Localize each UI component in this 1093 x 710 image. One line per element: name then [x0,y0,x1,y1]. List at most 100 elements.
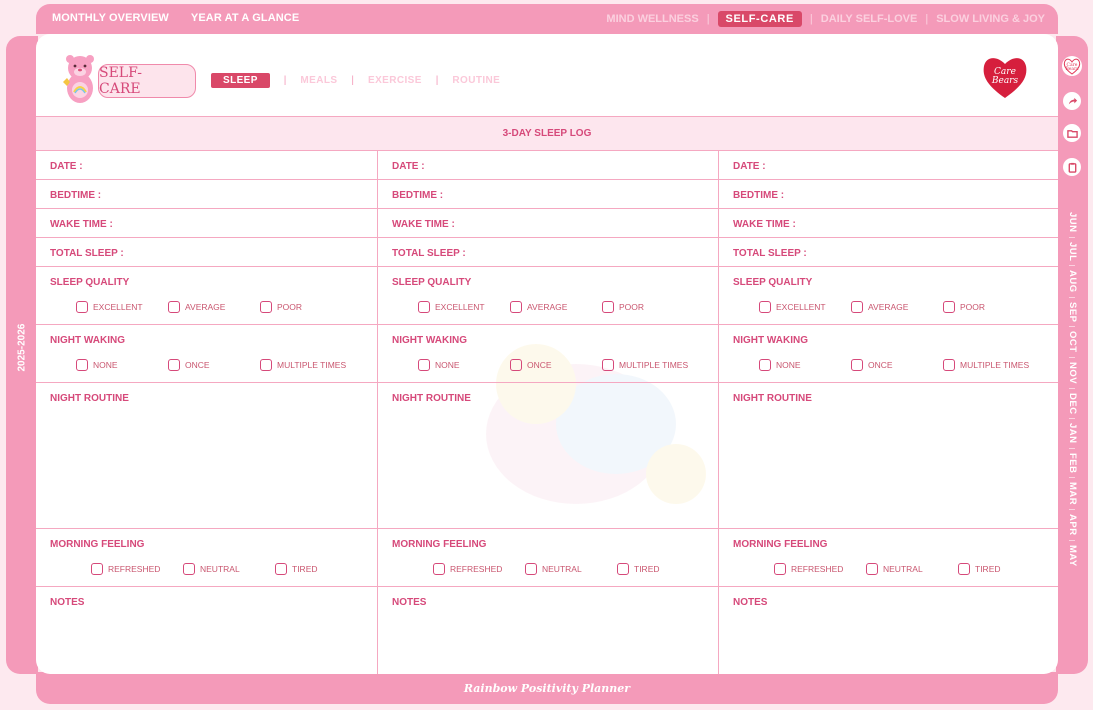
checkbox[interactable] [76,359,88,371]
field-night-routine[interactable]: NIGHT ROUTINE [378,383,718,529]
field-total-sleep[interactable]: TOTAL SLEEP : [36,238,377,267]
checkbox[interactable] [602,359,614,371]
checkbox-option[interactable]: EXCELLENT [759,301,851,313]
field-morning-feeling[interactable]: MORNING FEELING REFRESHED NEUTRAL TIRED [378,529,718,587]
field-notes[interactable]: NOTES [378,587,718,674]
checkbox[interactable] [851,359,863,371]
field-night-waking[interactable]: NIGHT WAKING NONE ONCE MULTIPLE TIMES [36,325,377,383]
checkbox[interactable] [275,563,287,575]
checkbox[interactable] [510,301,522,313]
field-sleep-quality[interactable]: SLEEP QUALITY EXCELLENT AVERAGE POOR [36,267,377,325]
clipboard-icon[interactable] [1063,158,1081,176]
checkbox-option[interactable]: POOR [260,301,352,313]
checkbox[interactable] [433,563,445,575]
field-total-sleep[interactable]: TOTAL SLEEP : [719,238,1058,267]
month-tab-jun[interactable]: JUN [1062,212,1082,233]
checkbox-option[interactable]: POOR [602,301,694,313]
field-wake-time[interactable]: WAKE TIME : [36,209,377,238]
checkbox-option[interactable]: TIRED [275,563,367,575]
checkbox-option[interactable]: EXCELLENT [418,301,510,313]
month-tab-nov[interactable]: NOV [1062,362,1082,384]
month-tab-mar[interactable]: MAR [1062,482,1082,505]
checkbox[interactable] [260,301,272,313]
field-night-routine[interactable]: NIGHT ROUTINE [36,383,377,529]
checkbox-option[interactable]: AVERAGE [510,301,602,313]
checkbox-option[interactable]: MULTIPLE TIMES [943,359,1035,371]
month-tab-aug[interactable]: AUG [1062,270,1082,293]
field-night-routine[interactable]: NIGHT ROUTINE [719,383,1058,529]
checkbox[interactable] [759,301,771,313]
checkbox-option[interactable]: AVERAGE [851,301,943,313]
checkbox[interactable] [943,301,955,313]
checkbox[interactable] [418,359,430,371]
checkbox-option[interactable]: ONCE [168,359,260,371]
field-bedtime[interactable]: BEDTIME : [36,180,377,209]
field-date[interactable]: DATE : [36,151,377,180]
checkbox-option[interactable]: NONE [759,359,851,371]
nav-slow-living-joy[interactable]: SLOW LIVING & JOY [936,13,1045,25]
checkbox[interactable] [183,563,195,575]
checkbox-option[interactable]: AVERAGE [168,301,260,313]
month-tab-jan[interactable]: JAN [1062,423,1082,444]
checkbox-option[interactable]: REFRESHED [433,563,525,575]
field-sleep-quality[interactable]: SLEEP QUALITY EXCELLENT AVERAGE POOR [719,267,1058,325]
checkbox[interactable] [91,563,103,575]
field-sleep-quality[interactable]: SLEEP QUALITY EXCELLENT AVERAGE POOR [378,267,718,325]
month-tab-feb[interactable]: FEB [1062,453,1082,474]
month-tab-dec[interactable]: DEC [1062,393,1082,415]
checkbox[interactable] [168,301,180,313]
subnav-meals[interactable]: MEALS [300,75,337,86]
share-icon[interactable] [1063,92,1081,110]
checkbox-option[interactable]: NEUTRAL [866,563,958,575]
field-total-sleep[interactable]: TOTAL SLEEP : [378,238,718,267]
care-bears-logo-icon[interactable]: Care Bears [1062,56,1082,76]
nav-mind-wellness[interactable]: MIND WELLNESS [606,13,698,25]
checkbox-option[interactable]: MULTIPLE TIMES [260,359,352,371]
checkbox[interactable] [418,301,430,313]
field-wake-time[interactable]: WAKE TIME : [378,209,718,238]
checkbox[interactable] [260,359,272,371]
month-tab-may[interactable]: MAY [1062,545,1082,567]
checkbox[interactable] [168,359,180,371]
checkbox-option[interactable]: POOR [943,301,1035,313]
month-tab-sep[interactable]: SEP [1062,302,1082,323]
checkbox-option[interactable]: NEUTRAL [525,563,617,575]
subnav-sleep[interactable]: SLEEP [211,73,270,88]
field-night-waking[interactable]: NIGHT WAKING NONE ONCE MULTIPLE TIMES [378,325,718,383]
field-date[interactable]: DATE : [719,151,1058,180]
checkbox-option[interactable]: MULTIPLE TIMES [602,359,694,371]
checkbox[interactable] [525,563,537,575]
month-tab-apr[interactable]: APR [1062,514,1082,536]
checkbox-option[interactable]: ONCE [851,359,943,371]
checkbox-option[interactable]: REFRESHED [91,563,183,575]
field-wake-time[interactable]: WAKE TIME : [719,209,1058,238]
checkbox-option[interactable]: TIRED [958,563,1050,575]
checkbox[interactable] [774,563,786,575]
field-bedtime[interactable]: BEDTIME : [719,180,1058,209]
nav-year-at-a-glance[interactable]: YEAR AT A GLANCE [191,12,299,24]
field-date[interactable]: DATE : [378,151,718,180]
field-night-waking[interactable]: NIGHT WAKING NONE ONCE MULTIPLE TIMES [719,325,1058,383]
checkbox-option[interactable]: NONE [418,359,510,371]
field-morning-feeling[interactable]: MORNING FEELING REFRESHED NEUTRAL TIRED [719,529,1058,587]
checkbox-option[interactable]: NONE [76,359,168,371]
checkbox-option[interactable]: NEUTRAL [183,563,275,575]
checkbox[interactable] [759,359,771,371]
checkbox-option[interactable]: EXCELLENT [76,301,168,313]
nav-daily-self-love[interactable]: DAILY SELF-LOVE [821,13,918,25]
checkbox[interactable] [602,301,614,313]
checkbox[interactable] [943,359,955,371]
subnav-routine[interactable]: ROUTINE [452,75,500,86]
checkbox[interactable] [617,563,629,575]
checkbox[interactable] [851,301,863,313]
field-notes[interactable]: NOTES [36,587,377,674]
month-tab-oct[interactable]: OCT [1062,331,1082,353]
nav-monthly-overview[interactable]: MONTHLY OVERVIEW [52,12,169,24]
checkbox-option[interactable]: ONCE [510,359,602,371]
checkbox[interactable] [76,301,88,313]
folder-icon[interactable] [1063,124,1081,142]
checkbox[interactable] [510,359,522,371]
checkbox-option[interactable]: TIRED [617,563,709,575]
checkbox-option[interactable]: REFRESHED [774,563,866,575]
month-tab-jul[interactable]: JUL [1062,242,1082,261]
